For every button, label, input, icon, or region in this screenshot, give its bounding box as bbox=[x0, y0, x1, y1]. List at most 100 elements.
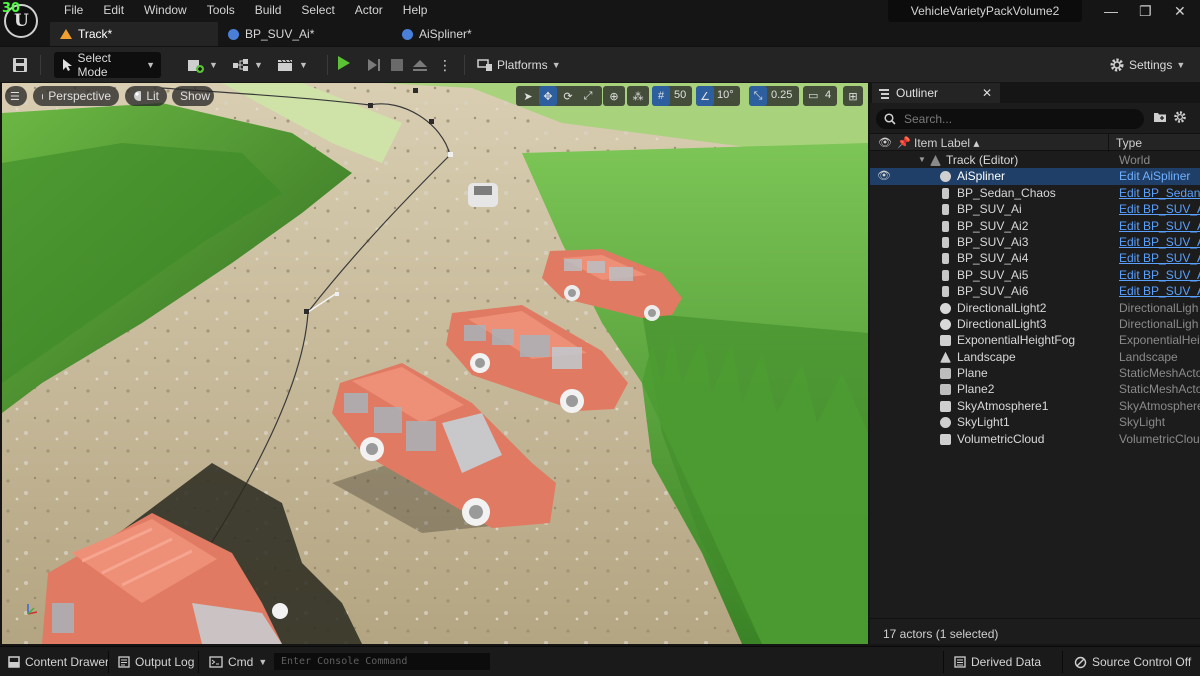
outliner-item-label: BP_SUV_Ai6 bbox=[957, 284, 1029, 299]
settings-button[interactable]: Settings ▼ bbox=[1109, 52, 1185, 78]
outliner-row[interactable]: BP_SUV_Ai2 Edit BP_SUV_A bbox=[870, 218, 1200, 234]
outliner-row[interactable]: BP_SUV_Ai5 Edit BP_SUV_A bbox=[870, 267, 1200, 283]
pawn-icon bbox=[942, 253, 949, 265]
outliner-row[interactable]: Plane2 StaticMeshActo bbox=[870, 381, 1200, 397]
play-button[interactable] bbox=[338, 52, 358, 74]
rotate-tool-icon[interactable]: ⟳ bbox=[559, 86, 577, 106]
outliner-row[interactable]: BP_SUV_Ai3 Edit BP_SUV_A bbox=[870, 234, 1200, 250]
play-icon bbox=[338, 56, 350, 70]
scale-snap-icon[interactable]: ⤡ bbox=[749, 86, 767, 106]
menu-actor[interactable]: Actor bbox=[345, 2, 393, 18]
cinematics-button[interactable]: ▼ bbox=[277, 52, 308, 78]
outliner-item-label: DirectionalLight2 bbox=[957, 300, 1047, 315]
stop-button[interactable] bbox=[390, 52, 404, 78]
translate-tool-move-icon[interactable]: ✥ bbox=[539, 86, 557, 106]
edit-blueprint-link[interactable]: Edit BP_SUV_A bbox=[1119, 250, 1200, 266]
close-icon[interactable]: ✕ bbox=[982, 86, 992, 100]
camera-speed-value: 4 bbox=[825, 89, 832, 101]
menu-window[interactable]: Window bbox=[134, 2, 197, 18]
menu-edit[interactable]: Edit bbox=[93, 2, 134, 18]
edit-blueprint-link[interactable]: Edit BP_Sedan_ bbox=[1119, 185, 1200, 201]
item-label-column[interactable]: Item Label ▴ bbox=[914, 136, 979, 150]
outliner-row[interactable]: ▼ Track (Editor) World bbox=[870, 152, 1200, 168]
visibility-eye-icon[interactable]: 👁 bbox=[877, 168, 891, 184]
outliner-row[interactable]: DirectionalLight3 DirectionalLigh bbox=[870, 316, 1200, 332]
edit-blueprint-link[interactable]: Edit BP_SUV_A bbox=[1119, 234, 1200, 250]
type-column[interactable]: Type bbox=[1116, 136, 1142, 150]
edit-blueprint-link[interactable]: Edit BP_SUV_A bbox=[1119, 267, 1200, 283]
menu-tools[interactable]: Tools bbox=[197, 2, 245, 18]
menu-help[interactable]: Help bbox=[393, 2, 438, 18]
select-mode-dropdown[interactable]: Select Mode ▼ bbox=[54, 51, 161, 79]
expand-arrow-icon[interactable]: ▼ bbox=[918, 152, 926, 168]
minimize-button[interactable]: — bbox=[1104, 3, 1118, 19]
pin-icon[interactable]: 📌 bbox=[897, 136, 911, 149]
outliner-row[interactable]: SkyAtmosphere1 SkyAtmosphere bbox=[870, 398, 1200, 414]
project-name: VehicleVarietyPackVolume2 bbox=[888, 0, 1082, 22]
outliner-row[interactable]: 👁 AiSpliner Edit AiSpliner bbox=[870, 168, 1200, 185]
camera-speed-group[interactable]: ▭ 4 bbox=[803, 86, 837, 106]
add-folder-icon[interactable] bbox=[1153, 111, 1167, 126]
eject-button[interactable] bbox=[412, 52, 428, 78]
rotation-snap-group[interactable]: ∠ 10° bbox=[696, 86, 740, 106]
outliner-tab[interactable]: Outliner ✕ bbox=[872, 83, 1000, 103]
menu-build[interactable]: Build bbox=[245, 2, 292, 18]
outliner-row[interactable]: DirectionalLight2 DirectionalLigh bbox=[870, 300, 1200, 316]
grid-snap-value: 50 bbox=[674, 89, 687, 101]
world-local-toggle-globe-icon[interactable]: ⊕ bbox=[603, 86, 625, 106]
edit-blueprint-link[interactable]: Edit BP_SUV_A bbox=[1119, 201, 1200, 217]
outliner-item-label: BP_SUV_Ai3 bbox=[957, 234, 1029, 249]
view-mode-lit-button[interactable]: Lit bbox=[125, 86, 167, 106]
grid-snap-icon[interactable]: # bbox=[652, 86, 670, 106]
outliner-row[interactable]: SkyLight1 SkyLight bbox=[870, 414, 1200, 430]
outliner-row[interactable]: BP_Sedan_Chaos Edit BP_Sedan_ bbox=[870, 185, 1200, 201]
surface-snapping-icon[interactable]: ⁂ bbox=[627, 86, 649, 106]
derived-data-button[interactable]: Derived Data bbox=[954, 654, 1041, 670]
level-viewport[interactable]: ☰ Perspective Lit Show ➤ ✥ ⟳ ⤢ ⊕ ⁂ # 50 … bbox=[2, 83, 868, 644]
search-icon bbox=[884, 113, 896, 125]
gear-icon[interactable] bbox=[1173, 110, 1187, 127]
advance-frame-button[interactable] bbox=[366, 52, 382, 78]
save-button[interactable] bbox=[12, 52, 28, 78]
outliner-search-input[interactable]: Search... bbox=[876, 109, 1144, 129]
cmd-dropdown[interactable]: Cmd ▼ bbox=[209, 654, 267, 670]
close-button[interactable]: ✕ bbox=[1174, 3, 1186, 20]
outliner-row[interactable]: Plane StaticMeshActo bbox=[870, 365, 1200, 381]
outliner-row[interactable]: BP_SUV_Ai6 Edit BP_SUV_A bbox=[870, 283, 1200, 299]
tab-aispliner[interactable]: AiSpliner* bbox=[392, 22, 482, 46]
maximize-viewport-icon[interactable]: ⊞ bbox=[843, 86, 863, 106]
outliner-item-label: AiSpliner bbox=[957, 169, 1006, 184]
outliner-item-label: BP_SUV_Ai5 bbox=[957, 267, 1029, 282]
outliner-item-type: DirectionalLigh bbox=[1119, 316, 1199, 331]
platforms-button[interactable]: Platforms ▼ bbox=[477, 52, 561, 78]
outliner-row[interactable]: VolumetricCloud VolumetricClou bbox=[870, 431, 1200, 447]
outliner-row[interactable]: ExponentialHeightFog ExponentialHei bbox=[870, 332, 1200, 348]
visibility-eye-icon[interactable]: 👁 bbox=[878, 136, 892, 149]
content-drawer-button[interactable]: Content Drawer bbox=[8, 654, 109, 670]
scale-snap-group[interactable]: ⤡ 0.25 bbox=[749, 86, 799, 106]
grid-snap-group[interactable]: # 50 bbox=[652, 86, 692, 106]
menu-file[interactable]: File bbox=[54, 2, 93, 18]
edit-blueprint-link[interactable]: Edit BP_SUV_A bbox=[1119, 218, 1200, 234]
maximize-button[interactable]: ❐ bbox=[1139, 3, 1152, 20]
source-control-button[interactable]: Source Control Off bbox=[1074, 654, 1191, 670]
tab-track[interactable]: Track* bbox=[50, 22, 218, 46]
edit-blueprint-link[interactable]: Edit BP_SUV_A bbox=[1119, 283, 1200, 299]
perspective-button[interactable]: Perspective bbox=[33, 86, 119, 106]
viewport-menu-button[interactable]: ☰ bbox=[5, 86, 27, 106]
angle-snap-icon[interactable]: ∠ bbox=[696, 86, 714, 106]
play-options-button[interactable]: ⋮ bbox=[438, 52, 452, 78]
tab-bp-suv-ai[interactable]: BP_SUV_Ai* bbox=[218, 22, 392, 46]
scale-tool-icon[interactable]: ⤢ bbox=[579, 86, 597, 106]
outliner-row[interactable]: BP_SUV_Ai4 Edit BP_SUV_A bbox=[870, 250, 1200, 266]
menu-select[interactable]: Select bbox=[291, 2, 344, 18]
show-flags-button[interactable]: Show bbox=[172, 86, 214, 106]
output-log-button[interactable]: Output Log bbox=[118, 654, 194, 670]
blueprints-button[interactable]: ▼ bbox=[232, 52, 263, 78]
console-command-input[interactable]: Enter Console Command bbox=[274, 653, 490, 670]
outliner-row[interactable]: BP_SUV_Ai Edit BP_SUV_A bbox=[870, 201, 1200, 217]
outliner-row[interactable]: Landscape Landscape bbox=[870, 349, 1200, 365]
select-tool-cursor-icon[interactable]: ➤ bbox=[519, 86, 537, 106]
edit-blueprint-link[interactable]: Edit AiSpliner bbox=[1119, 168, 1200, 184]
add-actor-button[interactable]: ▼ bbox=[187, 52, 218, 78]
